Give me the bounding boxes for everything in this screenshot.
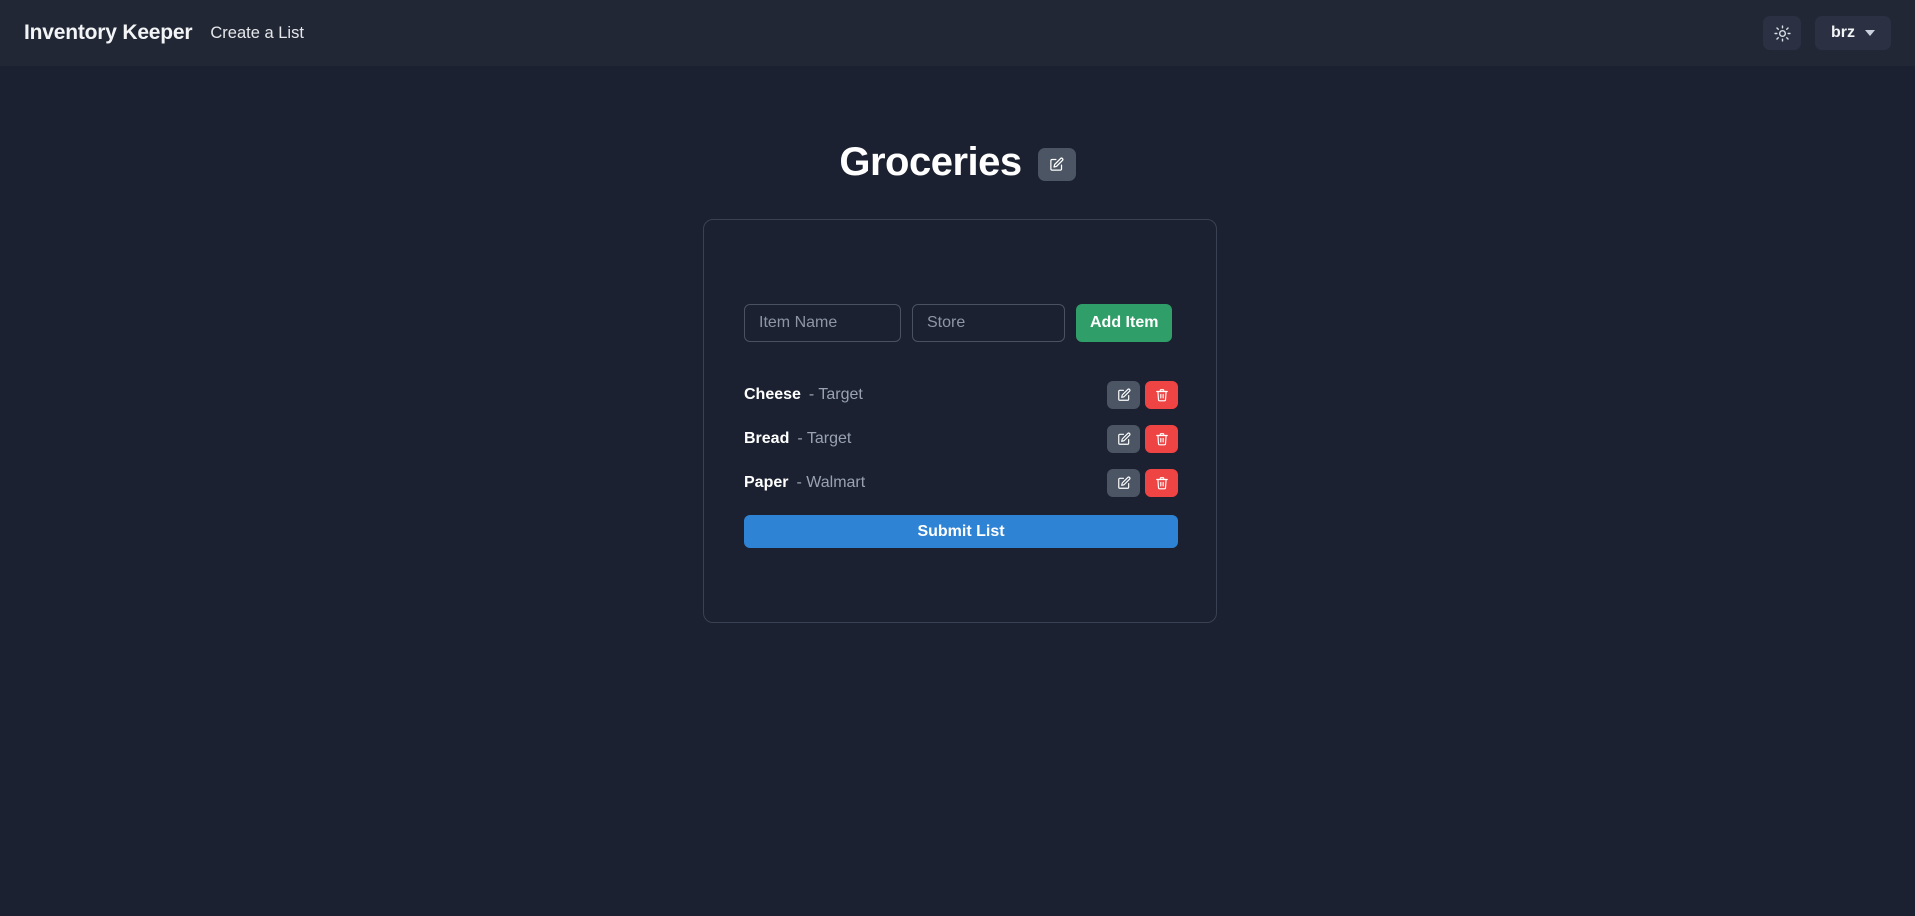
list-item: Bread - Target: [744, 421, 1178, 457]
edit-item-button[interactable]: [1107, 469, 1140, 497]
item-list: Cheese - Target Bread - Target Paper - W…: [744, 377, 1178, 509]
store-input[interactable]: [912, 304, 1065, 342]
chevron-down-icon: [1865, 30, 1875, 36]
item-name-label: Cheese: [744, 386, 801, 403]
app-brand-title: Inventory Keeper: [24, 21, 193, 44]
trash-icon: [1155, 476, 1169, 490]
add-item-form: Add Item: [744, 304, 1173, 342]
item-name-label: Bread: [744, 430, 790, 447]
delete-item-button[interactable]: [1145, 425, 1178, 453]
theme-toggle-button[interactable]: [1763, 16, 1801, 50]
user-account-dropdown[interactable]: brz: [1815, 16, 1891, 50]
edit-pencil-square-icon: [1117, 388, 1131, 402]
trash-icon: [1155, 432, 1169, 446]
navbar-right-controls: brz: [1763, 16, 1891, 50]
item-store-label: - Target: [797, 430, 852, 447]
add-item-button[interactable]: Add Item: [1076, 304, 1173, 342]
edit-pencil-square-icon: [1117, 432, 1131, 446]
delete-item-button[interactable]: [1145, 469, 1178, 497]
list-item: Cheese - Target: [744, 377, 1178, 413]
trash-icon: [1155, 388, 1169, 402]
item-name-input[interactable]: [744, 304, 901, 342]
item-actions: [1107, 381, 1178, 409]
page-title: Groceries: [839, 140, 1022, 184]
sun-icon: [1773, 24, 1791, 42]
item-store-label: - Walmart: [796, 474, 866, 491]
edit-pencil-square-icon: [1117, 476, 1131, 490]
edit-pencil-square-icon: [1049, 157, 1064, 172]
top-navbar: Inventory Keeper Create a List brz: [0, 0, 1915, 66]
edit-list-title-button[interactable]: [1037, 148, 1076, 181]
item-store-label: - Target: [808, 386, 863, 403]
nav-link-create-a-list[interactable]: Create a List: [210, 24, 304, 43]
page-header: Groceries: [0, 140, 1915, 185]
list-item: Paper - Walmart: [744, 465, 1178, 501]
edit-item-button[interactable]: [1107, 425, 1140, 453]
user-account-label: brz: [1831, 24, 1855, 41]
item-name-label: Paper: [744, 474, 789, 491]
edit-item-button[interactable]: [1107, 381, 1140, 409]
submit-list-button[interactable]: Submit List: [744, 515, 1178, 548]
list-card: Add Item Cheese - Target: [703, 219, 1217, 623]
delete-item-button[interactable]: [1145, 381, 1178, 409]
item-actions: [1107, 469, 1178, 497]
item-actions: [1107, 425, 1178, 453]
